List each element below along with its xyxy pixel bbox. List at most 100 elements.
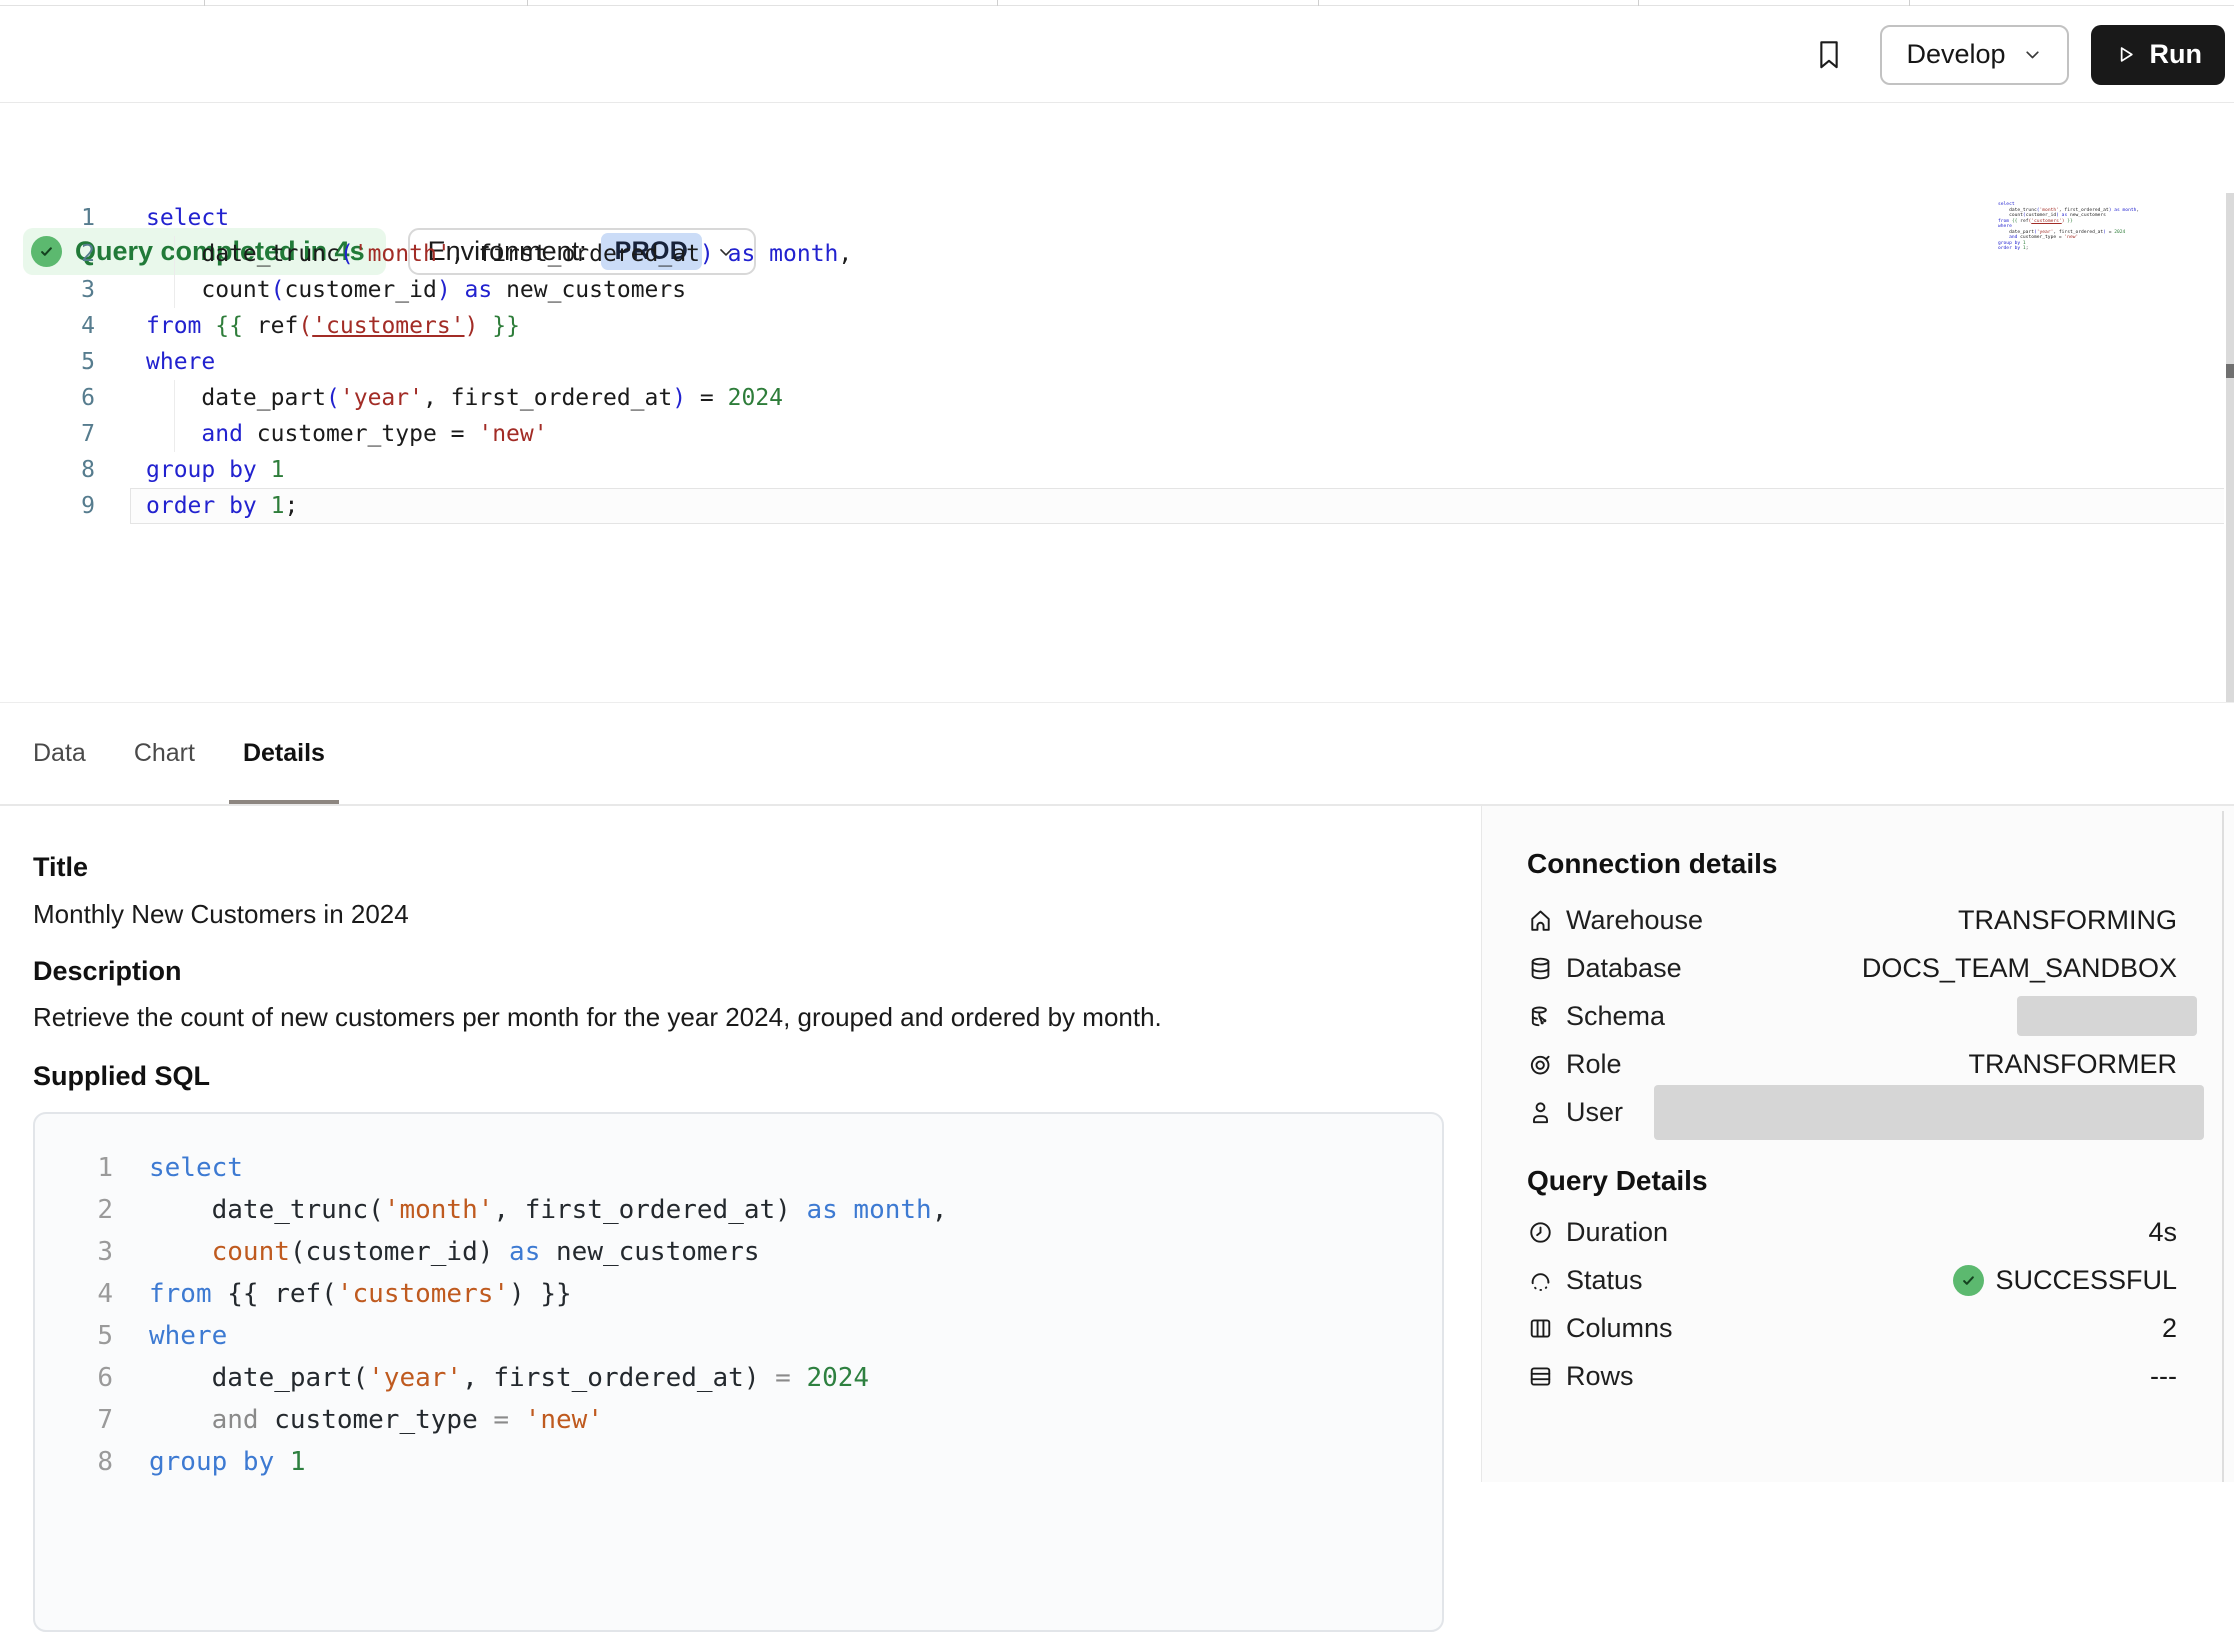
table-column-divider [997,0,998,6]
run-button[interactable]: Run [2091,25,2225,85]
connection-row-value [1654,1085,2177,1140]
table-column-divider [1909,0,1910,6]
code-line-2[interactable]: 2 date_trunc('month', first_ordered_at) … [0,236,2234,272]
line-number: 4 [0,308,95,344]
table-column-divider [1318,0,1319,6]
connection-row-user: User [1527,1088,2177,1136]
code-text: count(customer_id) as new_customers [146,272,686,308]
table-column-divider [527,0,528,6]
supplied-sql-code-block: 1select2 date_trunc('month', first_order… [33,1112,1444,1632]
connection-row-value: TRANSFORMER [1969,1049,2178,1080]
chevron-down-icon [2022,44,2043,65]
code-line-6[interactable]: 6 date_part('year', first_ordered_at) = … [0,380,2234,416]
connection-row-value-text: TRANSFORMER [1969,1049,2178,1080]
line-number: 3 [0,272,95,308]
query-detail-row-status: Status SUCCESSFUL [1527,1256,2177,1304]
develop-button-label: Develop [1906,39,2005,70]
code-line-1[interactable]: 1select [0,200,2234,236]
success-check-icon [1953,1265,1984,1296]
connection-row-label: Warehouse [1566,905,1703,936]
title-heading: Title [33,852,88,883]
sql-editor[interactable]: Query completed in 4s Environment: PROD … [0,103,2234,702]
connection-row-value-text: DOCS_TEAM_SANDBOX [1862,953,2177,984]
code-text: where [149,1315,227,1357]
query-details-heading: Query Details [1527,1165,1708,1197]
connection-details-panel: Connection details Warehouse TRANSFORMING… [1481,806,2234,1482]
line-number: 3 [35,1231,113,1273]
panel-scrollbar-track[interactable] [2222,811,2224,1482]
connection-row-label: User [1566,1097,1623,1128]
line-number: 8 [0,452,95,488]
schema-icon [1527,1003,1554,1030]
connection-row-schema: Schema [1527,992,2177,1040]
code-text: date_part('year', first_ordered_at) = 20… [149,1357,869,1399]
connection-row-label: Schema [1566,1001,1665,1032]
code-line-1: 1select [35,1147,1442,1189]
tab-details[interactable]: Details [229,703,339,804]
query-detail-row-label: Status [1566,1265,1643,1296]
connection-row-label: Database [1566,953,1682,984]
code-text: group by 1 [149,1441,306,1483]
query-detail-row-value: SUCCESSFUL [1953,1265,2177,1296]
query-detail-row-value-text: --- [2150,1361,2177,1392]
line-number: 2 [35,1189,113,1231]
code-text: from {{ ref('customers') }} [149,1273,572,1315]
code-text: from {{ ref('customers') }} [146,308,520,344]
code-text: date_part('year', first_ordered_at) = 20… [146,380,783,416]
line-number: 9 [0,488,95,524]
editor-scrollbar[interactable] [2226,193,2234,703]
code-text: group by 1 [146,452,285,488]
line-number: 8 [35,1441,113,1483]
database-icon [1527,955,1554,982]
query-detail-row-value: --- [2150,1361,2177,1392]
tab-data[interactable]: Data [19,703,100,804]
code-text: where [146,344,215,380]
code-line-4[interactable]: 4 from {{ ref('customers') }} [0,308,2234,344]
code-line-3: 3 count(customer_id) as new_customers [35,1231,1442,1273]
connection-rows: Warehouse TRANSFORMING Database DOCS_TEAM_S… [1527,896,2177,1136]
code-text: select [146,200,229,236]
tab-chart[interactable]: Chart [120,703,209,804]
active-line-highlight [130,488,2224,524]
connection-row-value: TRANSFORMING [1958,905,2177,936]
title-value: Monthly New Customers in 2024 [33,899,409,930]
toolbar: Develop Run [0,7,2234,103]
bookmark-icon[interactable] [1812,36,1846,74]
connection-row-value [2017,996,2177,1036]
line-number: 7 [35,1399,113,1441]
table-column-divider [204,0,205,6]
code-line-3[interactable]: 3 count(customer_id) as new_customers [0,272,2234,308]
connection-details-heading: Connection details [1527,848,1777,880]
code-line-4: 4from {{ ref('customers') }} [35,1273,1442,1315]
code-line-6: 6 date_part('year', first_ordered_at) = … [35,1357,1442,1399]
line-number: 2 [0,236,95,272]
editor-minimap[interactable]: 1select2 date_trunc('month', first_order… [1998,202,2178,252]
develop-button[interactable]: Develop [1880,25,2068,85]
details-panel: Title Monthly New Customers in 2024 Desc… [0,806,2234,1482]
code-line-5: 5where [35,1315,1442,1357]
code-text: select [149,1147,243,1189]
scrollbar-thumb[interactable] [2226,364,2234,378]
editor-code-area[interactable]: 1select2 date_trunc('month', first_order… [0,200,2234,524]
query-detail-row-label: Duration [1566,1217,1668,1248]
code-line-9[interactable]: 9order by 1; [0,488,2234,524]
code-line-9: 9order by 1; [1998,246,2178,252]
code-line-7[interactable]: 7 and customer_type = 'new' [0,416,2234,452]
query-detail-row-label: Rows [1566,1361,1634,1392]
code-line-8[interactable]: 8 group by 1 [0,452,2234,488]
run-button-label: Run [2150,39,2202,70]
connection-row-label: Role [1566,1049,1622,1080]
redacted-value [1654,1085,2204,1140]
query-detail-row-label: Columns [1566,1313,1673,1344]
code-line-5[interactable]: 5where [0,344,2234,380]
duration-icon [1527,1219,1554,1246]
cropped-top-table-strip [0,0,2234,6]
code-line-8: 8 group by 1 [35,1441,1442,1483]
code-text: count(customer_id) as new_customers [149,1231,760,1273]
warehouse-icon [1527,907,1554,934]
connection-row-warehouse: Warehouse TRANSFORMING [1527,896,2177,944]
results-tab-bar: DataChartDetails [0,702,2234,806]
query-detail-row-columns: Columns2 [1527,1304,2177,1352]
code-line-7: 7 and customer_type = 'new' [35,1399,1442,1441]
role-icon [1527,1051,1554,1078]
